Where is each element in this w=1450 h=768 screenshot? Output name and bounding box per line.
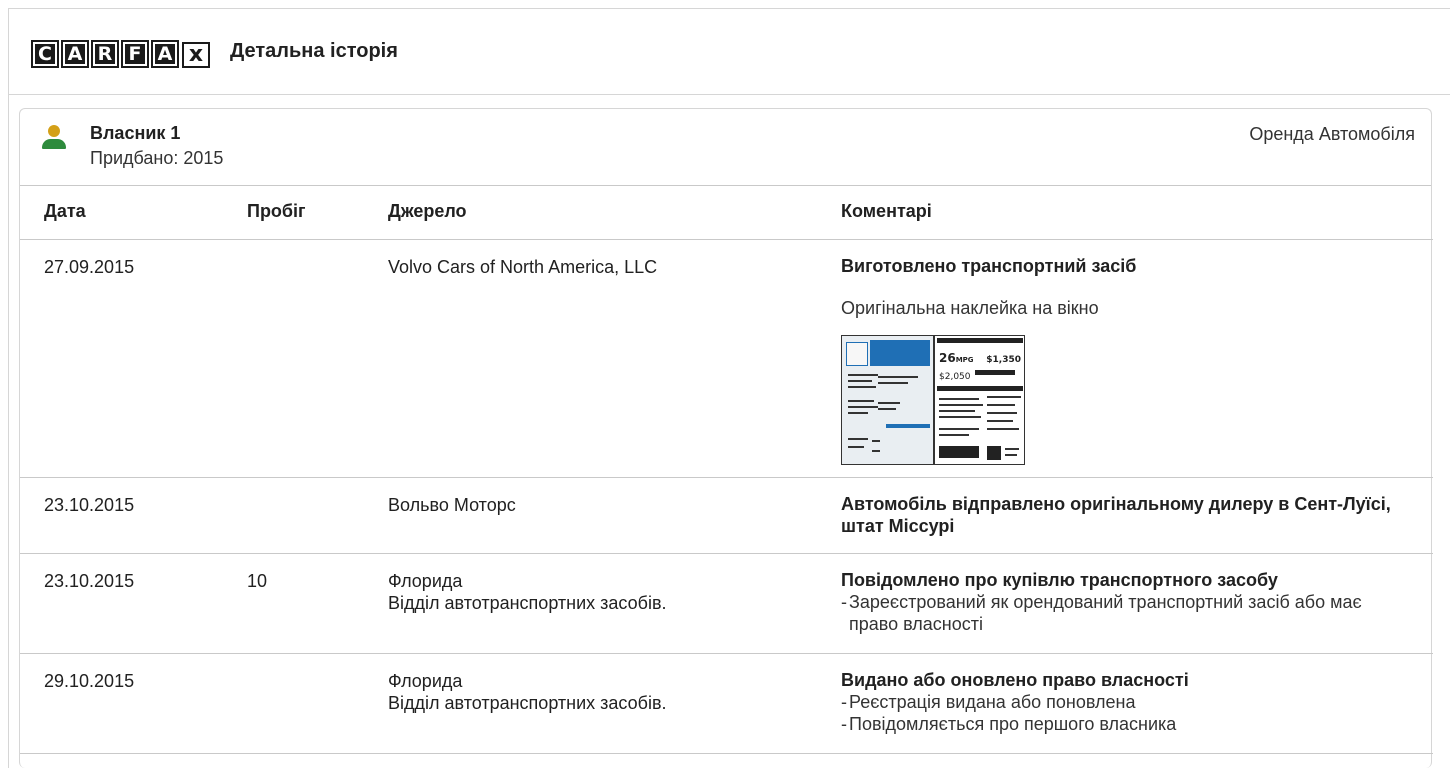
table-header-row: Дата Пробіг Джерело Коментарі xyxy=(20,186,1433,240)
comment-title: Видано або оновлено право власності xyxy=(841,669,1189,690)
logo-letter: R xyxy=(91,39,119,68)
row-date: 23.10.2015 xyxy=(20,477,247,554)
row-source: Volvo Cars of North America, LLC xyxy=(388,239,841,478)
column-header-source: Джерело xyxy=(388,186,841,240)
comment-line: Повідомляється про першого власника xyxy=(841,713,1413,735)
comment-line: Зареєстрований як орендований транспортн… xyxy=(841,591,1386,635)
comment-title: Виготовлено транспортний засіб xyxy=(841,255,1137,276)
row-mileage xyxy=(247,477,388,554)
owner-purchased: Придбано: 2015 xyxy=(90,148,224,168)
sticker-right-panel: 26MPG $1,350 $2,050 xyxy=(935,336,1024,464)
page-title: Детальна історія xyxy=(230,40,398,62)
logo-letter: F xyxy=(121,39,149,68)
comment-line: Реєстрація видана або поновлена xyxy=(841,691,1413,713)
owner-header: Власник 1 Придбано: 2015 Оренда Автомобі… xyxy=(20,109,1431,186)
row-source: Флорида Відділ автотранспортних засобів. xyxy=(388,653,841,754)
row-comments: Автомобіль відправлено оригінальному дил… xyxy=(841,477,1433,554)
person-icon xyxy=(42,125,66,153)
row-source: Флорида Відділ автотранспортних засобів. xyxy=(388,553,841,654)
sticker-cost: $2,050 xyxy=(939,371,971,382)
comment-title: Автомобіль відправлено оригінальному дил… xyxy=(841,493,1391,536)
row-mileage xyxy=(247,653,388,754)
table-row: 23.10.2015 10 Флорида Відділ автотранспо… xyxy=(20,553,1433,654)
row-comments: Видано або оновлено право власності Реєс… xyxy=(841,653,1433,754)
window-sticker-thumbnail[interactable]: 26MPG $1,350 $2,050 xyxy=(841,334,1025,465)
column-header-date: Дата xyxy=(20,186,247,240)
table-row: 23.10.2015 Вольво Моторс Автомобіль відп… xyxy=(20,477,1433,554)
owner-history-card: Власник 1 Придбано: 2015 Оренда Автомобі… xyxy=(19,108,1433,768)
logo-letter: C xyxy=(31,39,59,68)
column-header-mileage: Пробіг xyxy=(247,186,388,240)
table-row: 27.09.2015 Volvo Cars of North America, … xyxy=(20,239,1433,478)
row-date: 27.09.2015 xyxy=(20,239,247,478)
table-row: 29.10.2015 Флорида Відділ автотранспортн… xyxy=(20,653,1433,754)
logo-letter: A xyxy=(151,39,179,68)
owner-name: Власник 1 xyxy=(90,123,181,143)
source-line: Флорида xyxy=(388,570,463,591)
row-comments: Виготовлено транспортний засіб Оригіналь… xyxy=(841,239,1433,478)
row-source: Вольво Моторс xyxy=(388,477,841,554)
row-mileage: 10 xyxy=(247,553,388,654)
sticker-save: $1,350 xyxy=(986,354,1021,365)
column-header-comments: Коментарі xyxy=(841,186,1433,240)
source-line: Відділ автотранспортних засобів. xyxy=(388,692,667,713)
sticker-left-panel xyxy=(842,335,935,464)
row-comments: Повідомлено про купівлю транспортного за… xyxy=(841,553,1433,654)
source-line: Відділ автотранспортних засобів. xyxy=(388,592,667,613)
row-mileage xyxy=(247,239,388,478)
carfax-logo[interactable]: C A R F A x xyxy=(31,36,210,68)
comment-subtitle: Оригінальна наклейка на вікно xyxy=(841,297,1099,318)
history-table: Дата Пробіг Джерело Коментарі 27.09.2015… xyxy=(20,186,1433,754)
logo-letter: x xyxy=(182,41,210,68)
row-date: 23.10.2015 xyxy=(20,553,247,654)
report-header: C A R F A x Детальна історія xyxy=(9,9,1450,95)
source-line: Флорида xyxy=(388,670,463,691)
owner-usage: Оренда Автомобіля xyxy=(1249,124,1415,144)
source-line: Volvo Cars of North America, LLC xyxy=(388,256,658,277)
source-line: Вольво Моторс xyxy=(388,494,516,515)
report-panel: C A R F A x Детальна історія Власник 1 П… xyxy=(8,8,1450,768)
comment-title: Повідомлено про купівлю транспортного за… xyxy=(841,569,1278,590)
logo-letter: A xyxy=(61,39,89,68)
row-date: 29.10.2015 xyxy=(20,653,247,754)
